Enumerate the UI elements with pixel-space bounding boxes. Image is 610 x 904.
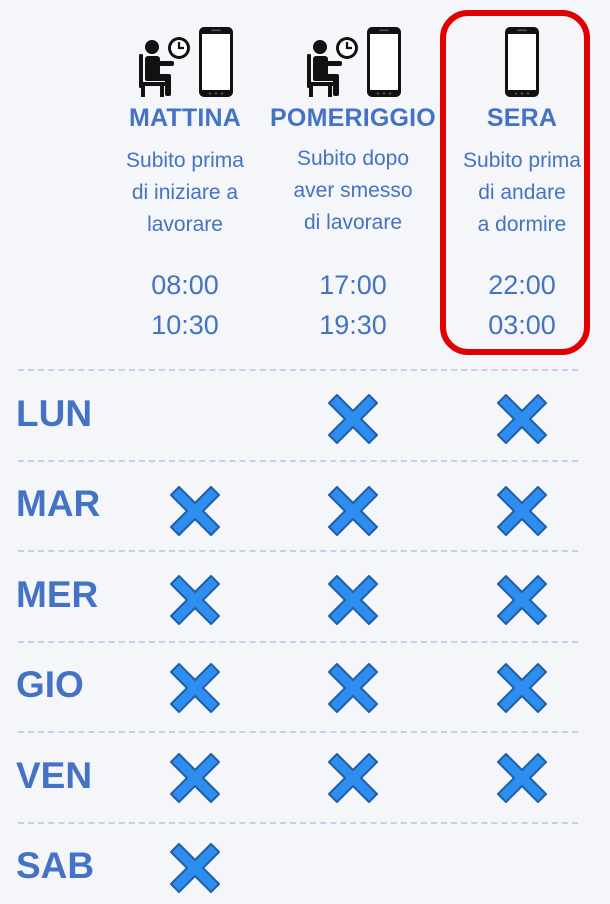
check-mark-icon	[496, 485, 548, 537]
description-line: lavorare	[147, 213, 223, 236]
column-times: 08:00 10:30	[100, 265, 270, 345]
highlight-frame	[440, 10, 590, 355]
column-description: Subito prima di iniziare a lavorare	[100, 145, 270, 241]
row-divider	[18, 641, 578, 643]
column-pomeriggio: POMERIGGIO Subito dopo aver smesso di la…	[268, 0, 438, 345]
column-times: 17:00 19:30	[268, 265, 438, 345]
start-time: 08:00	[151, 270, 219, 300]
check-mark-icon	[169, 752, 221, 804]
description-line: Subito prima	[126, 149, 244, 172]
day-label: MAR	[16, 483, 101, 524]
person-seated-clock-icon	[304, 36, 360, 98]
schedule-page: MATTINA Subito prima di iniziare a lavor…	[0, 0, 610, 904]
description-line: aver smesso	[293, 179, 413, 202]
person-seated-clock-icon	[136, 36, 192, 98]
row-divider	[18, 369, 578, 371]
row-divider	[18, 550, 578, 552]
check-mark-icon	[327, 662, 379, 714]
row-divider	[18, 460, 578, 462]
check-mark-icon	[169, 662, 221, 714]
day-label: VEN	[16, 755, 93, 796]
description-line: Subito dopo	[296, 147, 410, 170]
day-label: LUN	[16, 393, 93, 434]
check-mark-icon	[169, 485, 221, 537]
check-mark-icon	[496, 393, 548, 445]
start-time: 17:00	[319, 270, 387, 300]
smartphone-icon	[366, 26, 402, 98]
check-mark-icon	[327, 752, 379, 804]
row-divider	[18, 731, 578, 733]
check-mark-icon	[496, 574, 548, 626]
column-description: Subito dopo aver smesso di lavorare	[268, 143, 438, 239]
column-mattina: MATTINA Subito prima di iniziare a lavor…	[100, 0, 270, 345]
check-mark-icon	[169, 574, 221, 626]
column-heading: MATTINA	[128, 104, 242, 132]
check-mark-icon	[327, 485, 379, 537]
check-mark-icon	[327, 574, 379, 626]
check-mark-icon	[169, 842, 221, 894]
check-mark-icon	[496, 752, 548, 804]
column-icons	[268, 0, 438, 98]
check-mark-icon	[327, 393, 379, 445]
check-mark-icon	[496, 662, 548, 714]
row-divider	[18, 822, 578, 824]
smartphone-icon	[198, 26, 234, 98]
column-icons	[100, 0, 270, 98]
description-line: di iniziare a	[131, 181, 239, 204]
end-time: 19:30	[319, 310, 387, 340]
day-label: GIO	[16, 664, 84, 705]
day-label: SAB	[16, 845, 95, 886]
day-label: MER	[16, 574, 99, 615]
end-time: 10:30	[151, 310, 219, 340]
description-line: di lavorare	[303, 211, 403, 234]
column-heading: POMERIGGIO	[270, 104, 436, 132]
